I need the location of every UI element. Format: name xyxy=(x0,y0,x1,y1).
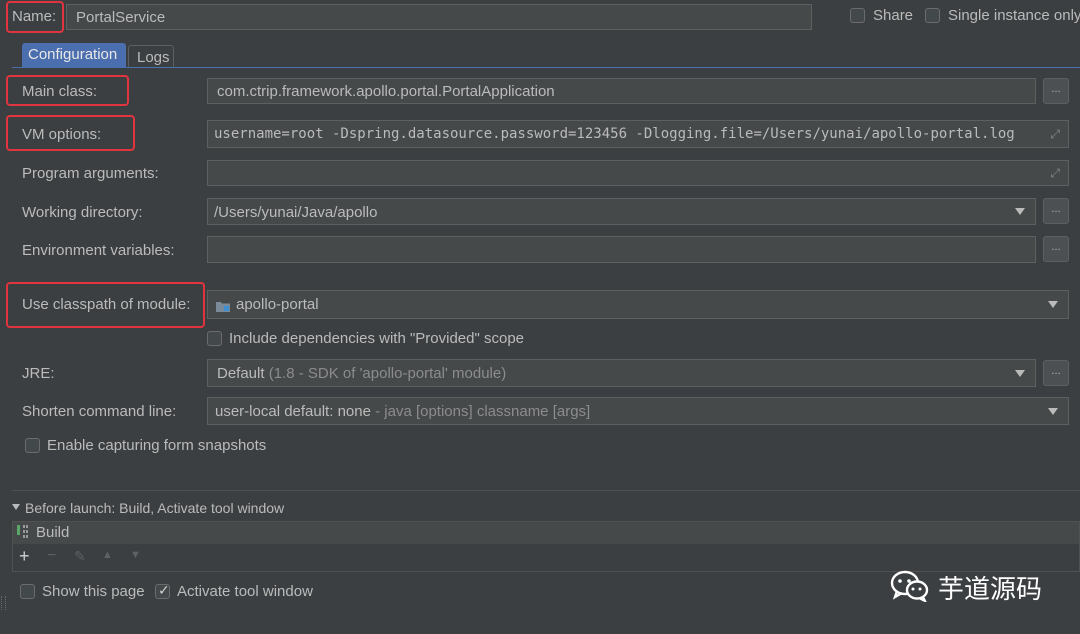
move-down-icon[interactable]: ▼ xyxy=(130,549,141,561)
name-value: PortalService xyxy=(76,9,166,26)
environment-variables-label: Environment variables: xyxy=(22,242,175,259)
main-class-browse-button[interactable]: ... xyxy=(1043,78,1069,104)
classpath-module-label: Use classpath of module: xyxy=(22,296,191,313)
tab-configuration[interactable]: Configuration xyxy=(22,43,126,67)
shorten-command-line-combo[interactable]: user-local default: none - java [options… xyxy=(207,397,1069,425)
before-launch-list: Build + − ✎ ▲ ▼ xyxy=(12,521,1080,572)
single-instance-label: Single instance only xyxy=(948,7,1080,24)
include-dependencies-label: Include dependencies with "Provided" sco… xyxy=(229,330,525,347)
watermark-text: 芋道源码 xyxy=(938,574,1043,604)
show-page-label: Show this page xyxy=(42,583,145,600)
tab-logs[interactable]: Logs xyxy=(128,45,174,67)
move-up-icon[interactable]: ▲ xyxy=(102,549,113,561)
jre-label: JRE: xyxy=(22,365,55,382)
program-arguments-input[interactable]: ⤢ xyxy=(207,160,1069,186)
before-launch-separator xyxy=(12,490,1080,491)
shorten-command-line-value-text: user-local default: none xyxy=(215,403,371,420)
tab-configuration-label: Configuration xyxy=(28,46,118,63)
before-launch-title: Before launch: Build, Activate tool wind… xyxy=(25,500,285,516)
shorten-command-line-label: Shorten command line: xyxy=(22,403,177,420)
jre-value: Default (1.8 - SDK of 'apollo-portal' mo… xyxy=(217,365,506,382)
share-checkbox[interactable] xyxy=(850,8,865,23)
environment-variables-input[interactable] xyxy=(207,236,1036,263)
main-class-input[interactable]: com.ctrip.framework.apollo.portal.Portal… xyxy=(207,78,1036,104)
expand-icon[interactable]: ⤢ xyxy=(1050,166,1060,181)
edit-icon[interactable]: ✎ xyxy=(74,548,86,565)
remove-icon[interactable]: − xyxy=(47,547,56,565)
capture-snapshots-label: Enable capturing form snapshots xyxy=(47,437,267,454)
environment-variables-browse-button[interactable]: ... xyxy=(1043,236,1069,262)
jre-combo[interactable]: Default (1.8 - SDK of 'apollo-portal' mo… xyxy=(207,359,1036,387)
build-item-label: Build xyxy=(36,524,70,541)
expand-icon[interactable]: ⤢ xyxy=(1047,127,1060,142)
share-label: Share xyxy=(873,7,914,24)
shorten-command-line-hint: - java [options] classname [args] xyxy=(375,403,591,420)
module-folder-icon xyxy=(216,299,230,312)
collapse-triangle-icon xyxy=(12,504,20,510)
capture-snapshots-checkbox[interactable] xyxy=(25,438,40,453)
main-class-value: com.ctrip.framework.apollo.portal.Portal… xyxy=(217,83,555,100)
chevron-down-icon[interactable] xyxy=(1011,360,1029,386)
wechat-logo-icon xyxy=(890,570,930,604)
tab-logs-label: Logs xyxy=(137,49,170,66)
checkmark-icon: ✓ xyxy=(158,582,170,598)
chevron-down-icon[interactable] xyxy=(1044,291,1062,318)
working-directory-value: /Users/yunai/Java/apollo xyxy=(214,204,378,221)
working-directory-label: Working directory: xyxy=(22,204,143,221)
working-directory-browse-button[interactable]: ... xyxy=(1043,198,1069,224)
activate-tool-window-checkbox[interactable]: ✓ xyxy=(155,582,170,599)
tab-underline xyxy=(12,67,1080,68)
main-class-label: Main class: xyxy=(22,83,98,100)
chevron-down-icon[interactable] xyxy=(1044,398,1062,424)
vm-options-label: VM options: xyxy=(22,126,102,143)
jre-browse-button[interactable]: ... xyxy=(1043,360,1069,386)
list-item[interactable]: Build xyxy=(13,522,1079,544)
working-directory-combo[interactable]: /Users/yunai/Java/apollo xyxy=(207,198,1036,225)
jre-hint: (1.8 - SDK of 'apollo-portal' module) xyxy=(268,365,507,382)
resize-grip-icon xyxy=(1,596,6,610)
activate-tool-window-label: Activate tool window xyxy=(177,583,313,600)
jre-value-text: Default xyxy=(217,365,265,382)
build-icon xyxy=(17,525,29,539)
name-label: Name: xyxy=(12,8,57,25)
classpath-module-value: apollo-portal xyxy=(236,296,319,313)
add-icon[interactable]: + xyxy=(19,546,30,567)
vm-options-value: username=root -Dspring.datasource.passwo… xyxy=(214,126,1015,142)
program-arguments-label: Program arguments: xyxy=(22,165,159,182)
name-input[interactable]: PortalService xyxy=(66,4,812,30)
chevron-down-icon[interactable] xyxy=(1011,199,1029,224)
show-page-checkbox[interactable] xyxy=(20,584,35,599)
shorten-command-line-value: user-local default: none - java [options… xyxy=(215,403,590,420)
include-dependencies-checkbox[interactable] xyxy=(207,331,222,346)
single-instance-checkbox[interactable] xyxy=(925,8,940,23)
classpath-module-combo[interactable]: apollo-portal xyxy=(207,290,1069,319)
vm-options-input[interactable]: username=root -Dspring.datasource.passwo… xyxy=(207,120,1069,148)
